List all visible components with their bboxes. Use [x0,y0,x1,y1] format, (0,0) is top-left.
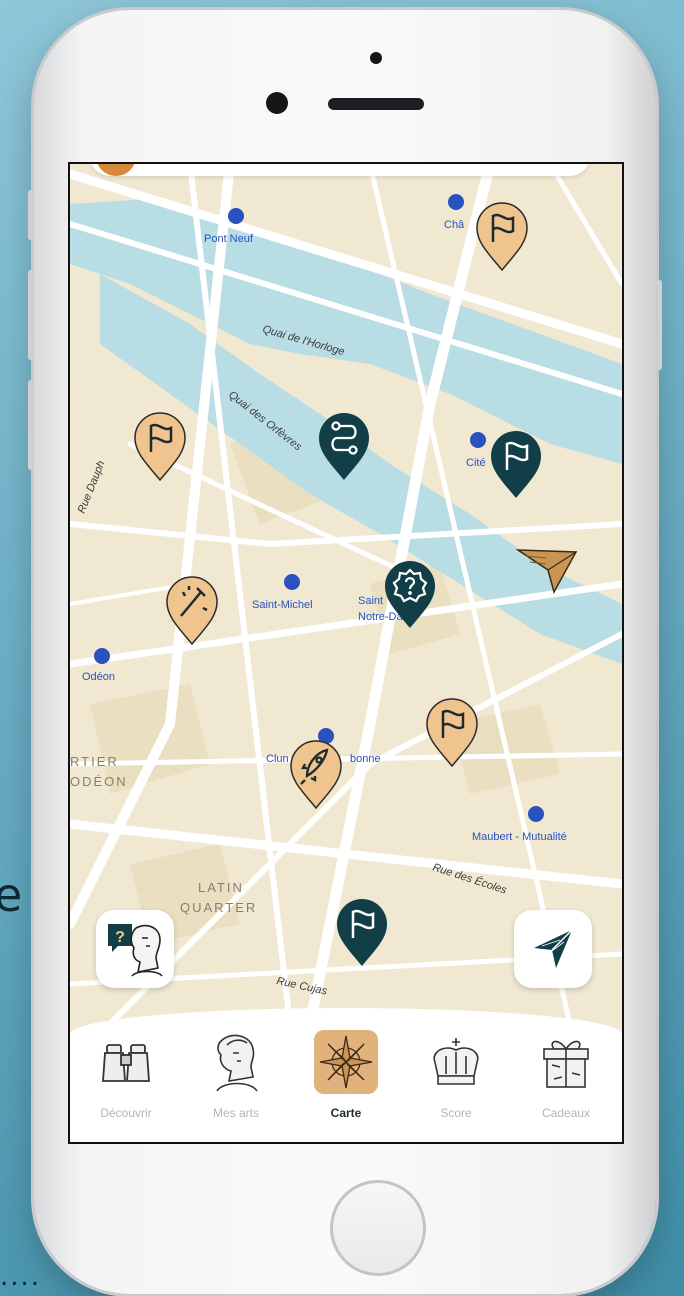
map-pin-rocket[interactable] [287,738,345,810]
map-label-odeon-district: ODÉON [70,774,128,789]
user-location-marker [515,546,578,596]
compass-rose-icon [314,1030,378,1094]
nav-item-cadeaux[interactable]: Cadeaux [516,1030,616,1120]
help-button[interactable]: ? [96,910,174,988]
top-panel [90,164,590,176]
mute-switch [28,190,33,240]
map-pin-flag[interactable] [131,410,189,482]
background-letter: e [0,868,23,922]
svg-text:?: ? [115,929,125,946]
nav-item-score[interactable]: Score [406,1030,506,1120]
map-label-odeon: Odéon [82,671,115,683]
navigate-arrow-icon [534,929,573,968]
map-label-quarter: QUARTER [180,900,257,915]
map-pin-flag[interactable] [473,200,531,272]
background-dots: .... [0,1262,42,1292]
map-pin-flag[interactable] [423,696,481,768]
proximity-sensor [370,52,382,64]
nav-label: Cadeaux [541,1106,591,1120]
app-screen: Pont Neuf Châ Cité Saint-Michel Saint No… [68,162,624,1144]
nav-label: Découvrir [100,1106,152,1120]
nav-label: Mes arts [212,1106,259,1120]
help-bust-icon: ? [108,924,163,977]
map-label-latin: LATIN [198,880,244,895]
map-pin-magic[interactable] [163,574,221,646]
power-button [657,280,662,370]
map-label-maubert: Maubert - Mutualité [472,831,567,843]
crown-icon [424,1030,488,1094]
nav-label: Carte [330,1106,362,1120]
map-pin-flag[interactable] [333,896,391,968]
map-label-pont-neuf: Pont Neuf [204,233,254,245]
home-button[interactable] [330,1180,426,1276]
gift-icon [534,1030,598,1094]
map-label-cite: Cité [466,457,486,469]
locate-me-button[interactable] [514,910,592,988]
volume-up-button [28,270,33,360]
earpiece-speaker [328,98,424,110]
map-label-sorbonne: bonne [350,753,381,765]
map-label-saint-michel: Saint-Michel [252,599,313,611]
nav-label: Score [440,1106,472,1120]
volume-down-button [28,380,33,470]
map-pin-quiz[interactable] [381,558,439,630]
paper-plane-icon [515,549,578,594]
nav-item-carte[interactable]: Carte [296,1030,396,1120]
binoculars-icon [94,1030,158,1094]
map-pin-flag[interactable] [487,428,545,500]
bust-icon [204,1030,268,1094]
map-label-cluny: Clun [266,753,289,765]
bottom-navigation: Découvrir Mes arts Carte Score Cadeaux [70,1008,622,1142]
map-label-chatelet: Châ [444,219,465,231]
map-label-quartier: RTIER [70,754,119,769]
front-camera [266,92,288,114]
map-label-saint: Saint [358,595,383,607]
nav-item-mes-arts[interactable]: Mes arts [186,1030,286,1120]
nav-item-decouvrir[interactable]: Découvrir [76,1030,176,1120]
map-pin-route[interactable] [315,410,373,482]
